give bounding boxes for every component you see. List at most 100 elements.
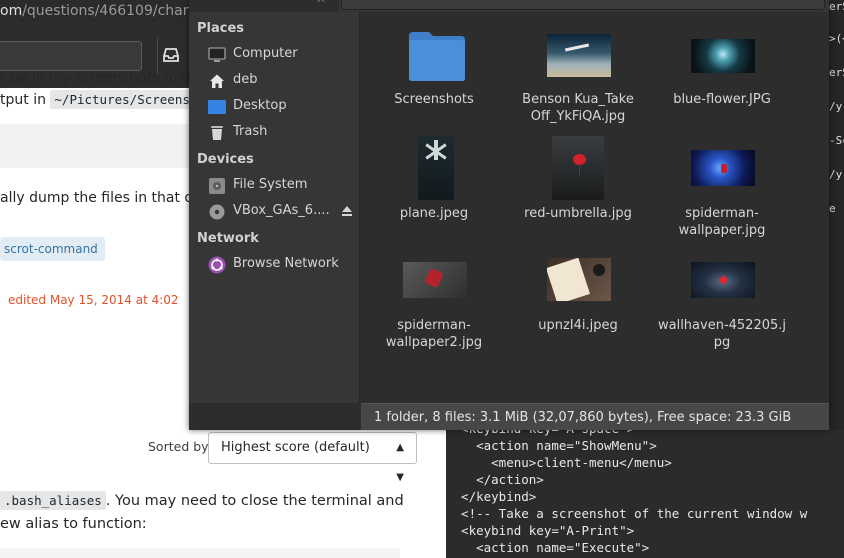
terminal-fragment: >(<	[829, 32, 844, 45]
url-host: om	[0, 3, 23, 19]
image-thumbnail	[547, 34, 611, 77]
file-name-line: pg	[713, 335, 731, 350]
image-thumbnail	[691, 262, 755, 298]
sidebar-item-computer[interactable]: Computer	[189, 42, 359, 68]
harddisk-icon	[209, 178, 225, 194]
terminal-fragment: /y	[829, 168, 843, 181]
terminal-fragment: erS	[829, 0, 844, 13]
sort-select-value: Highest score (default)	[221, 440, 370, 455]
file-name: wallhaven-452205.j pg	[652, 317, 792, 351]
file-icon-view[interactable]: Screenshots Benson Kua_Take Off_YkFiQA.j…	[361, 12, 829, 403]
file-name-line: wallhaven-452205.j	[657, 318, 787, 333]
trash-icon	[211, 126, 223, 140]
terminal-fragment: erS	[829, 66, 844, 79]
sidebar-item-file-system[interactable]: File System	[189, 173, 359, 199]
question-text-line: t be in my screenshots folde	[0, 70, 199, 86]
sidebar-heading-devices: Devices	[197, 152, 254, 167]
terminal-line: </action>	[446, 472, 544, 487]
sort-caret-icon: ▲ ▼	[396, 442, 404, 483]
terminal-fragment: /y	[829, 100, 843, 113]
file-name: blue-flower.JPG	[673, 92, 771, 107]
file-item-wallhaven[interactable]: wallhaven-452205.j pg	[652, 248, 792, 351]
terminal-window[interactable]: <keybind key="A-space"> <action name="Sh…	[446, 421, 844, 558]
file-item-red-umbrella[interactable]: red-umbrella.jpg	[508, 136, 648, 236]
terminal-line: <action name="ShowMenu">	[446, 438, 657, 453]
text-fragment: . You may need to close the terminal and	[105, 493, 404, 509]
inbox-icon[interactable]	[162, 46, 180, 64]
file-item-spiderman-wallpaper2[interactable]: spiderman- wallpaper2.jpg	[364, 248, 504, 351]
file-item-blue-flower[interactable]: blue-flower.JPG	[652, 30, 792, 130]
terminal-line: <!-- Take a screenshot of the current wi…	[446, 506, 808, 521]
file-name: spiderman- wallpaper2.jpg	[364, 317, 504, 351]
file-name: Benson Kua_Take Off_YkFiQA.jpg	[508, 91, 648, 125]
computer-icon	[208, 47, 226, 62]
image-thumbnail	[691, 39, 755, 73]
sidebar: Places Computer deb Desktop Trash Device…	[189, 12, 360, 403]
optical-disc-icon	[209, 204, 225, 220]
question-text-line: ally dump the files in that dire	[0, 190, 212, 206]
network-icon	[208, 256, 226, 274]
image-thumbnail	[403, 262, 467, 298]
answer-line: .bash_aliases. You may need to close the…	[0, 489, 404, 513]
file-item-screenshots[interactable]: Screenshots	[364, 30, 504, 130]
file-name-line: wallpaper2.jpg	[385, 335, 483, 350]
terminal-line: <action name="Execute">	[446, 540, 650, 555]
sidebar-item-label: VBox_GAs_6....	[233, 203, 330, 218]
file-name: red-umbrella.jpg	[524, 206, 632, 221]
file-name-line: spiderman-	[397, 318, 471, 333]
file-item-spiderman-wallpaper[interactable]: spiderman- wallpaper.jpg	[652, 136, 792, 239]
sidebar-item-desktop[interactable]: Desktop	[189, 94, 359, 120]
file-item-benson-kua[interactable]: Benson Kua_Take Off_YkFiQA.jpg	[508, 30, 648, 130]
sidebar-heading-network: Network	[197, 231, 259, 246]
eject-icon[interactable]	[342, 205, 352, 217]
answer-line: ew alias to function:	[0, 516, 147, 532]
desktop-icon	[208, 100, 226, 114]
sidebar-item-deb[interactable]: deb	[189, 68, 359, 94]
terminal-fragment: e	[829, 202, 836, 215]
sidebar-heading-places: Places	[197, 21, 245, 36]
sidebar-item-vbox[interactable]: VBox_GAs_6....	[189, 199, 359, 225]
file-name-line: Benson Kua_Take	[522, 92, 634, 107]
sidebar-item-browse-network[interactable]: Browse Network	[189, 252, 359, 278]
sidebar-item-label: Browse Network	[233, 256, 339, 271]
close-icon[interactable]: ✕	[316, 0, 326, 6]
image-thumbnail	[547, 258, 611, 301]
url-path: /questions/466109/chang	[22, 3, 201, 19]
inline-code: .bash_aliases	[0, 491, 106, 510]
file-item-plane[interactable]: plane.jpeg	[364, 136, 504, 236]
sort-select[interactable]: Highest score (default) ▲ ▼	[208, 432, 417, 483]
inline-code: ~/Pictures/Screensh	[50, 90, 202, 109]
location-bar[interactable]	[341, 0, 825, 10]
sidebar-item-trash[interactable]: Trash	[189, 120, 359, 146]
home-icon	[210, 74, 224, 88]
file-name: plane.jpeg	[399, 206, 469, 221]
file-name-line: spiderman-	[685, 206, 759, 221]
image-thumbnail	[418, 136, 454, 200]
terminal-line: <keybind key="A-Print">	[446, 523, 635, 538]
site-search-input[interactable]	[0, 41, 142, 71]
sort-label: Sorted by:	[148, 439, 212, 454]
terminal-fragment: -Sc	[829, 134, 844, 147]
code-block	[0, 124, 190, 168]
sidebar-item-label: Desktop	[233, 98, 287, 113]
answer-text: .bash_aliases. You may need to close the…	[0, 489, 404, 536]
code-block	[0, 548, 400, 558]
file-name-line: wallpaper.jpg	[678, 223, 766, 238]
sidebar-item-label: deb	[233, 72, 258, 87]
sidebar-item-label: Computer	[233, 46, 298, 61]
text-fragment: tput in	[0, 92, 51, 108]
status-bar: 1 folder, 8 files: 3.1 MiB (32,07,860 by…	[361, 403, 829, 430]
file-name-line: Off_YkFiQA.jpg	[530, 109, 626, 124]
file-name: Screenshots	[394, 92, 474, 107]
image-thumbnail	[691, 150, 755, 186]
file-item-upnzi4i[interactable]: upnzI4i.jpeg	[508, 248, 648, 348]
terminal-right-edge: erS >(< erS /y -Sc /y e	[829, 0, 844, 430]
folder-icon	[409, 32, 465, 81]
question-text-line: tput in ~/Pictures/Screensh	[0, 90, 202, 109]
file-manager-window: ✕ Places Computer deb Desktop	[189, 0, 829, 430]
file-name: spiderman- wallpaper.jpg	[652, 205, 792, 239]
tag-scrot-command[interactable]: scrot-command	[0, 237, 105, 261]
edited-link[interactable]: edited May 15, 2014 at 4:02	[8, 293, 179, 307]
file-name: upnzI4i.jpeg	[538, 318, 618, 333]
terminal-line: <menu>client-menu</menu>	[446, 455, 672, 470]
